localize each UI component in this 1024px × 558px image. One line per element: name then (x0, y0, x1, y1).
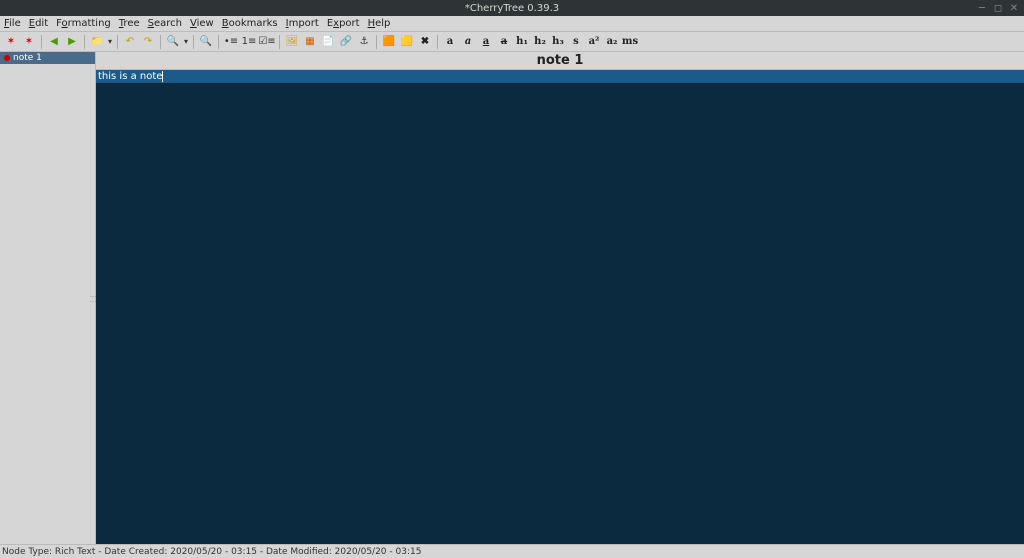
strike-icon[interactable]: a (496, 34, 512, 50)
color-fg-icon[interactable]: 🟧 (381, 34, 397, 50)
menu-edit[interactable]: Edit (29, 18, 48, 29)
separator (437, 35, 438, 49)
menu-help[interactable]: Help (368, 18, 391, 29)
list-todo-icon[interactable]: ☑≡ (259, 34, 275, 50)
find-dropdown-icon[interactable]: ▾ (182, 37, 190, 46)
find-icon[interactable]: 🔍 (165, 34, 181, 50)
save-dropdown-icon[interactable]: ▾ (106, 37, 114, 46)
new-subnode-icon[interactable]: ✶ (21, 34, 37, 50)
zoom-icon[interactable]: 🔍 (198, 34, 214, 50)
tree-node-note-1[interactable]: note 1 (0, 52, 95, 64)
note-title: note 1 (96, 52, 1024, 70)
nav-forward-icon[interactable]: ▶ (64, 34, 80, 50)
insert-codebox-icon[interactable]: 📄 (320, 34, 336, 50)
nav-back-icon[interactable]: ◀ (46, 34, 62, 50)
separator (117, 35, 118, 49)
node-bullet-icon (4, 55, 10, 61)
list-number-icon[interactable]: 1≡ (241, 34, 257, 50)
statusbar-text: Node Type: Rich Text - Date Created: 202… (2, 547, 421, 557)
monospace-icon[interactable]: ms (622, 34, 638, 50)
h1-icon[interactable]: h₁ (514, 34, 530, 50)
separator (160, 35, 161, 49)
maximize-icon[interactable]: ◻ (992, 2, 1004, 14)
insert-table-icon[interactable]: ▦ (302, 34, 318, 50)
text-editor[interactable]: this is a note (96, 70, 1024, 544)
menu-tree[interactable]: Tree (119, 18, 140, 29)
minimize-icon[interactable]: ─ (976, 2, 988, 14)
separator (218, 35, 219, 49)
underline-icon[interactable]: a (478, 34, 494, 50)
editor-text[interactable]: this is a note (98, 71, 162, 82)
new-node-icon[interactable]: ✶ (3, 34, 19, 50)
close-icon[interactable]: ✕ (1008, 2, 1020, 14)
undo-icon[interactable]: ↶ (122, 34, 138, 50)
save-icon[interactable]: 📁 (89, 34, 105, 50)
superscript-icon[interactable]: a² (586, 34, 602, 50)
editor-panel: note 1 this is a note (96, 52, 1024, 544)
toolbar: ✶ ✶ ◀ ▶ 📁 ▾ ↶ ↷ 🔍 ▾ 🔍 •≡ 1≡ ☑≡ 🖼 ▦ 📄 🔗 ⚓… (0, 32, 1024, 52)
separator (84, 35, 85, 49)
menu-file[interactable]: File (4, 18, 21, 29)
list-bullet-icon[interactable]: •≡ (223, 34, 239, 50)
separator (376, 35, 377, 49)
italic-icon[interactable]: a (460, 34, 476, 50)
tree-node-label: note 1 (13, 53, 42, 63)
window-title: *CherryTree 0.39.3 (465, 3, 559, 14)
insert-image-icon[interactable]: 🖼 (284, 34, 300, 50)
small-icon[interactable]: s (568, 34, 584, 50)
menu-view[interactable]: View (190, 18, 214, 29)
clear-format-icon[interactable]: ✖ (417, 34, 433, 50)
menubar: File Edit Formatting Tree Search View Bo… (0, 16, 1024, 32)
redo-icon[interactable]: ↷ (140, 34, 156, 50)
separator (193, 35, 194, 49)
menu-search[interactable]: Search (148, 18, 182, 29)
bold-icon[interactable]: a (442, 34, 458, 50)
main-area: note 1 ⋮⋮ note 1 this is a note (0, 52, 1024, 544)
separator (41, 35, 42, 49)
separator (279, 35, 280, 49)
editor-current-line[interactable]: this is a note (96, 70, 1024, 83)
menu-formatting[interactable]: Formatting (56, 18, 111, 29)
statusbar: Node Type: Rich Text - Date Created: 202… (0, 544, 1024, 558)
insert-anchor-icon[interactable]: ⚓ (356, 34, 372, 50)
insert-link-icon[interactable]: 🔗 (338, 34, 354, 50)
h3-icon[interactable]: h₃ (550, 34, 566, 50)
menu-import[interactable]: Import (286, 18, 319, 29)
menu-export[interactable]: Export (327, 18, 360, 29)
window-titlebar: *CherryTree 0.39.3 ─ ◻ ✕ (0, 0, 1024, 16)
menu-bookmarks[interactable]: Bookmarks (222, 18, 278, 29)
tree-sidebar[interactable]: note 1 ⋮⋮ (0, 52, 96, 544)
color-bg-icon[interactable]: 🟨 (399, 34, 415, 50)
text-cursor (162, 71, 163, 82)
subscript-icon[interactable]: a₂ (604, 34, 620, 50)
h2-icon[interactable]: h₂ (532, 34, 548, 50)
